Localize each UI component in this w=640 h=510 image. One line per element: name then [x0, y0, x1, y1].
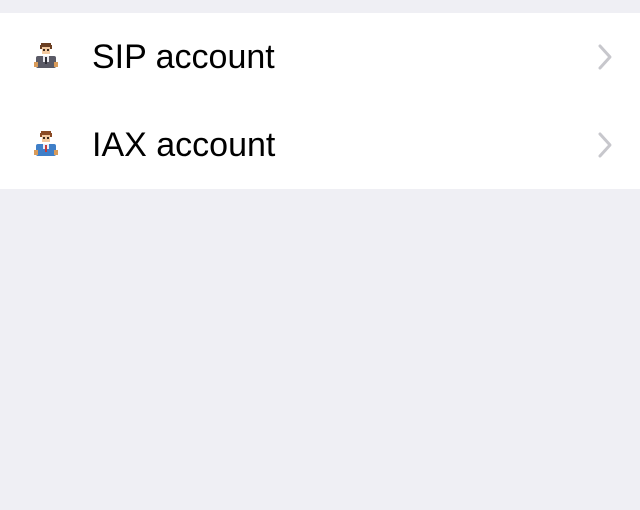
- accounts-list: SIP account IAX account: [0, 13, 640, 189]
- list-item-sip-account[interactable]: SIP account: [0, 13, 640, 101]
- user-person-icon: [34, 131, 58, 156]
- chevron-right-icon: [598, 132, 612, 158]
- sip-account-label: SIP account: [92, 38, 275, 76]
- iax-account-label: IAX account: [92, 126, 276, 164]
- user-person-icon: [34, 43, 58, 68]
- list-item-iax-account[interactable]: IAX account: [0, 101, 640, 189]
- chevron-right-icon: [598, 44, 612, 70]
- screen: SIP account IAX account: [0, 0, 640, 510]
